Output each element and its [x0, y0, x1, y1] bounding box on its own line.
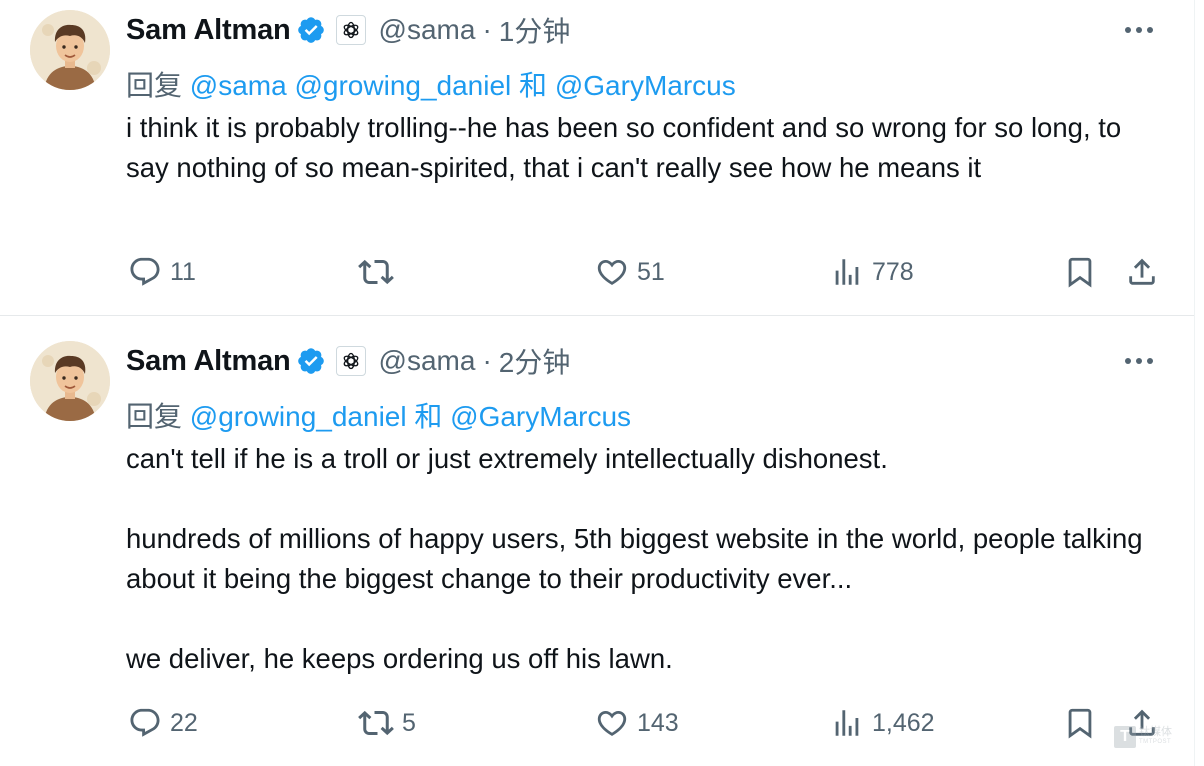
author-name[interactable]: Sam Altman — [126, 14, 291, 47]
tweet-header: Sam Altman @sama · 1分钟 — [126, 10, 570, 50]
tweet[interactable]: Sam Altman @sama · 1分钟 回复 @sama @growing… — [0, 0, 1194, 316]
avatar[interactable] — [30, 10, 110, 90]
heart-icon — [597, 259, 627, 285]
views-icon — [835, 710, 859, 736]
openai-logo-icon[interactable] — [335, 15, 366, 45]
reply-context: 回复 @sama @growing_daniel 和 @GaryMarcus — [126, 64, 736, 104]
separator-dot: · — [482, 345, 492, 376]
reply-button[interactable]: 11 — [128, 252, 196, 292]
repost-button[interactable]: 5 — [358, 703, 416, 743]
timestamp[interactable]: 2分钟 — [499, 341, 571, 381]
verified-badge-icon — [296, 346, 326, 376]
action-bar: 11 51 778 — [0, 252, 1194, 292]
tweet-header: Sam Altman @sama · 2分钟 — [126, 341, 570, 381]
view-count: 778 — [872, 257, 914, 286]
more-horizontal-icon[interactable] — [1122, 344, 1156, 378]
views-icon — [835, 259, 859, 285]
reply-icon — [130, 708, 160, 737]
reply-prefix: 回复 — [126, 401, 183, 432]
watermark-text: 钛媒体 TMTPOST — [1139, 727, 1172, 747]
tweet-text: i think it is probably trolling--he has … — [126, 108, 1166, 188]
like-button[interactable]: 51 — [595, 252, 665, 292]
bookmark-button[interactable] — [1063, 703, 1097, 743]
repost-count: 5 — [402, 708, 416, 737]
view-count: 1,462 — [872, 708, 935, 737]
share-button[interactable] — [1125, 252, 1159, 292]
reply-count: 11 — [170, 257, 196, 286]
like-count: 143 — [637, 708, 679, 737]
repost-icon — [358, 259, 394, 285]
timestamp[interactable]: 1分钟 — [499, 10, 571, 50]
like-button[interactable]: 143 — [595, 703, 679, 743]
heart-icon — [597, 710, 627, 736]
reply-count: 22 — [170, 708, 198, 737]
mention-conjunction: 和 — [414, 401, 443, 432]
tweet-feed: Sam Altman @sama · 1分钟 回复 @sama @growing… — [0, 0, 1195, 766]
bookmark-icon — [1068, 708, 1092, 739]
mention-link[interactable]: @GaryMarcus — [555, 70, 736, 101]
tweet-text: can't tell if he is a troll or just extr… — [126, 439, 1166, 679]
reply-button[interactable]: 22 — [128, 703, 198, 743]
author-handle[interactable]: @sama — [379, 14, 476, 46]
mention-link[interactable]: @growing_daniel — [190, 401, 407, 432]
mention-conjunction: 和 — [519, 70, 548, 101]
repost-icon — [358, 710, 394, 736]
bookmark-icon — [1068, 257, 1092, 288]
separator-dot: · — [482, 14, 492, 45]
author-name[interactable]: Sam Altman — [126, 345, 291, 378]
avatar-illustration — [30, 10, 110, 90]
watermark-logo: T 钛媒体 TMTPOST — [1114, 726, 1172, 748]
mention-link[interactable]: @growing_daniel — [294, 70, 511, 101]
watermark-en: TMTPOST — [1139, 739, 1172, 745]
tweet-paragraph: we deliver, he keeps ordering us off his… — [126, 643, 673, 674]
watermark-mark: T — [1114, 726, 1136, 748]
tweet-paragraph: i think it is probably trolling--he has … — [126, 112, 1122, 183]
tweet[interactable]: Sam Altman @sama · 2分钟 回复 @growing_danie… — [0, 317, 1194, 766]
verified-badge-icon — [296, 15, 326, 45]
share-icon — [1129, 258, 1155, 285]
tweet-paragraph: can't tell if he is a troll or just extr… — [126, 443, 888, 474]
bookmark-button[interactable] — [1063, 252, 1097, 292]
author-handle[interactable]: @sama — [379, 345, 476, 377]
openai-logo-icon[interactable] — [335, 346, 366, 376]
views-button[interactable]: 778 — [830, 252, 914, 292]
views-button[interactable]: 1,462 — [830, 703, 935, 743]
watermark-cn: 钛媒体 — [1139, 726, 1172, 738]
reply-icon — [130, 257, 160, 286]
mention-link[interactable]: @sama — [190, 70, 287, 101]
reply-prefix: 回复 — [126, 70, 183, 101]
more-horizontal-icon[interactable] — [1122, 13, 1156, 47]
avatar[interactable] — [30, 341, 110, 421]
avatar-illustration — [30, 341, 110, 421]
mention-link[interactable]: @GaryMarcus — [450, 401, 631, 432]
repost-button[interactable] — [358, 252, 402, 292]
tweet-paragraph: hundreds of millions of happy users, 5th… — [126, 523, 1143, 594]
action-bar: 22 5 143 1,462 — [0, 703, 1194, 743]
like-count: 51 — [637, 257, 665, 286]
reply-context: 回复 @growing_daniel 和 @GaryMarcus — [126, 395, 631, 435]
